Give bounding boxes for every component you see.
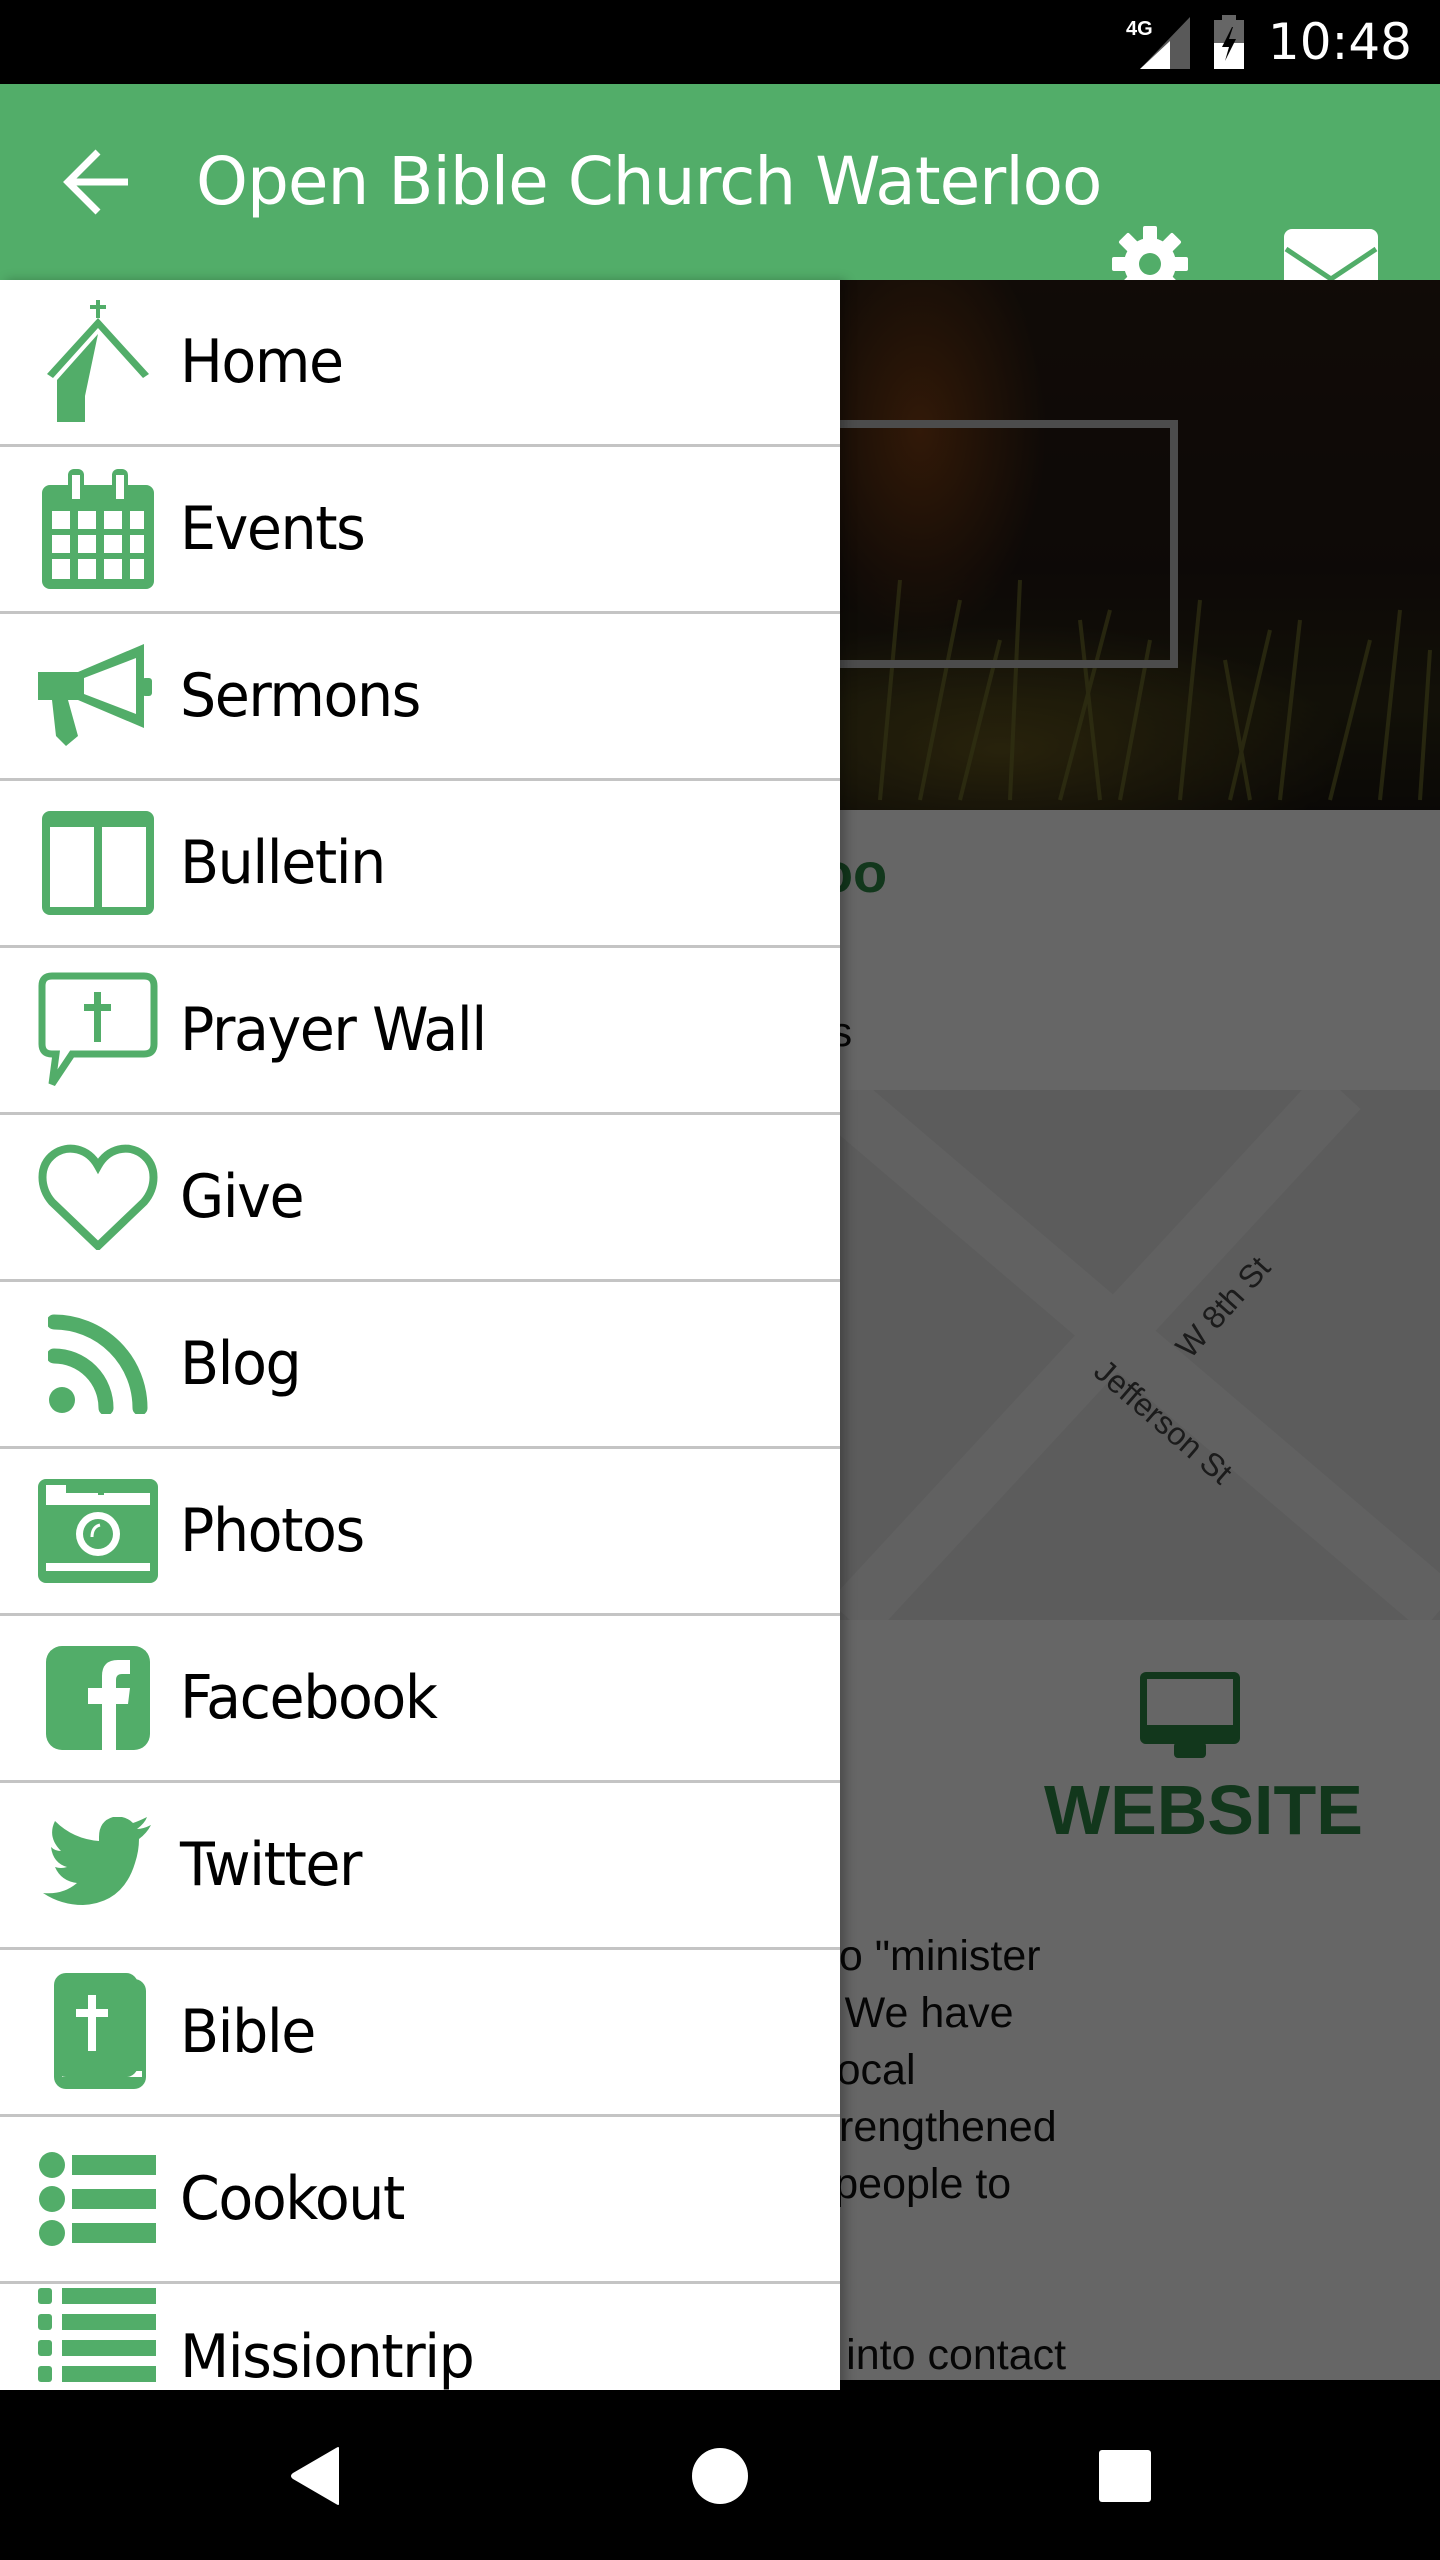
drawer-item-label: Events: [180, 494, 366, 564]
drawer-item-label: Bulletin: [180, 828, 386, 898]
system-navigation-bar: [0, 2392, 1440, 2560]
drawer-item-blog[interactable]: Blog: [0, 1282, 840, 1449]
megaphone-icon: [36, 634, 160, 758]
drawer-item-sermons[interactable]: Sermons: [0, 614, 840, 781]
facebook-icon: [36, 1636, 160, 1760]
signal-icon: 4G: [1126, 17, 1190, 69]
clock: 10:48: [1267, 13, 1412, 71]
arrow-back-icon[interactable]: [60, 144, 136, 220]
app-title: Open Bible Church Waterloo: [196, 143, 1102, 220]
drawer-item-label: Photos: [180, 1496, 365, 1566]
drawer-item-give[interactable]: Give: [0, 1115, 840, 1282]
nav-recents-icon: [1099, 2450, 1151, 2502]
navigation-drawer: Home Events Sermons Bulletin Prayer Wall…: [0, 280, 840, 2390]
calendar-icon: [36, 467, 160, 591]
drawer-item-twitter[interactable]: Twitter: [0, 1783, 840, 1950]
drawer-item-label: Cookout: [180, 2164, 405, 2234]
network-type: 4G: [1126, 18, 1153, 40]
drawer-item-label: Bible: [180, 1997, 316, 2067]
nav-back-button[interactable]: [236, 2392, 396, 2560]
drawer-item-label: Facebook: [180, 1663, 438, 1733]
bible-icon: [36, 1970, 160, 2094]
drawer-item-label: Prayer Wall: [180, 995, 487, 1065]
camera-icon: [36, 1469, 160, 1593]
drawer-item-label: Give: [180, 1162, 305, 1232]
nav-back-icon: [291, 2447, 339, 2505]
nav-home-button[interactable]: [640, 2392, 800, 2560]
church-icon: [36, 300, 160, 424]
drawer-item-prayer-wall[interactable]: Prayer Wall: [0, 948, 840, 1115]
list-icon: [36, 2288, 160, 2390]
drawer-item-events[interactable]: Events: [0, 447, 840, 614]
list-icon: [36, 2137, 160, 2261]
status-icons: 4G 10:48: [1126, 0, 1412, 84]
battery-charging-icon: [1213, 15, 1244, 69]
rss-icon: [36, 1302, 160, 1426]
bulletin-icon: [36, 801, 160, 925]
drawer-item-label: Blog: [180, 1329, 302, 1399]
drawer-item-label: Twitter: [180, 1830, 362, 1900]
drawer-item-bulletin[interactable]: Bulletin: [0, 781, 840, 948]
drawer-item-label: Home: [180, 327, 344, 397]
drawer-item-label: Missiontrip: [180, 2322, 475, 2390]
nav-recents-button[interactable]: [1045, 2392, 1205, 2560]
prayer-bubble-icon: [36, 968, 160, 1092]
drawer-item-home[interactable]: Home: [0, 280, 840, 447]
drawer-item-missiontrip[interactable]: Missiontrip: [0, 2284, 840, 2390]
drawer-item-bible[interactable]: Bible: [0, 1950, 840, 2117]
heart-icon: [36, 1135, 160, 1259]
twitter-icon: [36, 1803, 160, 1927]
drawer-item-facebook[interactable]: Facebook: [0, 1616, 840, 1783]
drawer-item-label: Sermons: [180, 661, 421, 731]
drawer-item-photos[interactable]: Photos: [0, 1449, 840, 1616]
drawer-item-cookout[interactable]: Cookout: [0, 2117, 840, 2284]
status-bar: 4G 10:48: [0, 0, 1440, 84]
nav-home-icon: [692, 2448, 748, 2504]
app-bar: Open Bible Church Waterloo: [0, 84, 1440, 303]
